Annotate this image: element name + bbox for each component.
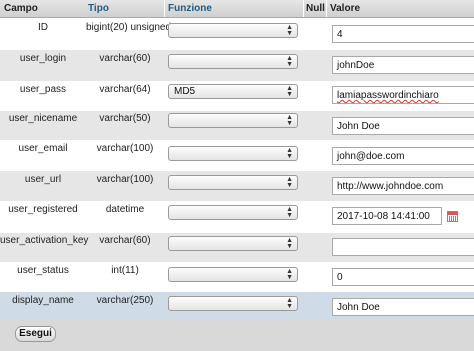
table-row: ID bigint(20) unsigned ▲ ▼ 4	[0, 18, 474, 50]
datetime-input[interactable]: 2017-10-08 14:41:00	[332, 207, 442, 225]
value-input[interactable]: 0	[332, 268, 474, 286]
select-arrows-icon: ▲ ▼	[286, 297, 293, 310]
header-campo: Campo	[4, 3, 38, 14]
header-null: Null	[306, 3, 325, 14]
table-row: user_url varchar(100) ▲ ▼ http://www.john…	[0, 171, 474, 201]
select-arrows-icon: ▲ ▼	[286, 24, 293, 37]
table-row: user_login varchar(60) ▲ ▼ johnDoe	[0, 50, 474, 81]
field-type: varchar(60)	[99, 235, 151, 246]
field-type: datetime	[105, 204, 145, 215]
execute-button[interactable]: Esegui	[15, 326, 56, 342]
field-type: varchar(64)	[99, 84, 151, 95]
value-input[interactable]: http://www.johndoe.com	[332, 177, 474, 195]
header-divider	[303, 0, 304, 17]
select-arrows-icon: ▲ ▼	[286, 176, 293, 189]
header-divider	[164, 0, 165, 17]
value-input[interactable]: john@doe.com	[332, 147, 474, 165]
select-arrows-icon: ▲ ▼	[286, 114, 293, 127]
function-select[interactable]: ▲ ▼	[168, 267, 298, 282]
field-name: user_pass	[19, 84, 67, 95]
function-select[interactable]: ▲ ▼	[168, 175, 298, 190]
function-select[interactable]: ▲ ▼	[168, 205, 298, 220]
field-type: bigint(20) unsigned	[86, 22, 172, 33]
function-select[interactable]: ▲ ▼	[168, 146, 298, 161]
field-name: user_nicename	[8, 113, 78, 124]
field-name: ID	[38, 22, 48, 33]
value-input[interactable]: John Doe	[332, 117, 474, 135]
password-value-input[interactable]: lamiapasswordinchiaro	[332, 86, 474, 104]
field-type: varchar(250)	[96, 295, 154, 306]
function-select[interactable]: ▲ ▼	[168, 236, 298, 251]
function-select[interactable]: ▲ ▼	[168, 296, 298, 311]
table-row-highlighted: display_name varchar(250) ▲ ▼ John Doe	[0, 292, 474, 320]
field-name: user_login	[19, 53, 67, 64]
header-tipo-sort-link[interactable]: Tipo	[88, 3, 109, 14]
field-name: user_activation_key	[0, 235, 89, 246]
field-name: user_url	[24, 174, 62, 185]
select-arrows-icon: ▲ ▼	[286, 85, 293, 98]
function-select[interactable]: ▲ ▼	[168, 113, 298, 128]
table-row: user_status int(11) ▲ ▼ 0	[0, 262, 474, 292]
field-name: user_registered	[8, 204, 78, 215]
function-select[interactable]: MD5 ▲ ▼	[168, 84, 298, 99]
field-type: int(11)	[111, 265, 139, 276]
table-row: user_activation_key varchar(60) ▲ ▼	[0, 233, 474, 262]
field-type: varchar(100)	[96, 174, 154, 185]
field-type: varchar(50)	[99, 113, 151, 124]
header-divider	[326, 0, 327, 17]
value-input[interactable]	[332, 238, 474, 256]
function-select[interactable]: ▲ ▼	[168, 23, 298, 38]
value-input[interactable]: 4	[332, 25, 474, 43]
value-input[interactable]: John Doe	[332, 298, 474, 316]
field-type: varchar(60)	[99, 53, 151, 64]
function-select[interactable]: ▲ ▼	[168, 54, 298, 69]
select-arrows-icon: ▲ ▼	[286, 268, 293, 281]
select-arrows-icon: ▲ ▼	[286, 237, 293, 250]
select-arrows-icon: ▲ ▼	[286, 147, 293, 160]
field-type: varchar(100)	[96, 143, 154, 154]
table-row: user_nicename varchar(50) ▲ ▼ John Doe	[0, 111, 474, 140]
select-arrows-icon: ▲ ▼	[286, 206, 293, 219]
value-input[interactable]: johnDoe	[332, 56, 474, 74]
field-name: user_status	[17, 265, 69, 276]
field-name: display_name	[12, 295, 74, 306]
table-row: user_pass varchar(64) MD5 ▲ ▼ lamiapasswo…	[0, 81, 474, 111]
calendar-icon[interactable]	[447, 211, 458, 222]
header-valore: Valore	[330, 3, 361, 14]
select-arrows-icon: ▲ ▼	[286, 55, 293, 68]
table-row: user_email varchar(100) ▲ ▼ john@doe.com	[0, 140, 474, 171]
table-header: Campo Tipo Funzione Null Valore	[0, 0, 474, 18]
form-footer	[0, 320, 474, 351]
table-row: user_registered datetime ▲ ▼ 2017-10-08 1…	[0, 201, 474, 233]
field-name: user_email	[18, 143, 68, 154]
header-funzione-sort-link[interactable]: Funzione	[168, 3, 212, 14]
